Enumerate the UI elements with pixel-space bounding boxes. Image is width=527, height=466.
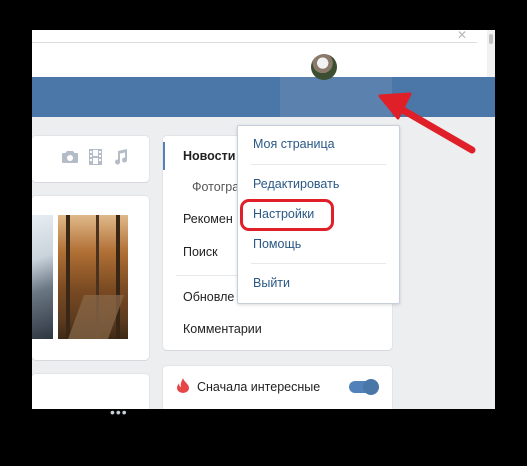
annotation-arrow-icon [378,92,476,154]
post-photo[interactable] [32,215,53,339]
menu-divider [251,164,386,165]
nav-item-recommendations[interactable]: Рекомен [183,212,233,226]
filter-label: Сначала интересные [197,380,321,394]
address-bar[interactable] [32,42,477,43]
nav-item-news[interactable]: Новости [183,149,235,163]
menu-item-logout[interactable]: Выйти [253,276,290,290]
nav-item-search[interactable]: Поиск [183,245,218,259]
post-photo-autumn[interactable] [58,215,128,339]
nav-item-updates[interactable]: Обновле [183,290,234,304]
nav-item-comments[interactable]: Комментарии [183,322,262,336]
nav-item-photos[interactable]: Фотогра [192,180,239,194]
chevron-down-icon[interactable] [343,65,351,69]
menu-item-my-page[interactable]: Моя страница [253,137,335,151]
camera-icon[interactable] [62,150,78,164]
settings-highlight-annotation [240,199,334,231]
film-icon[interactable] [89,149,102,165]
user-name[interactable]: Андрей [256,61,303,75]
nav-active-indicator [163,142,165,170]
menu-item-help[interactable]: Помощь [253,237,301,251]
avatar[interactable] [311,54,337,80]
fire-icon [177,378,189,393]
menu-item-edit[interactable]: Редактировать [253,177,339,191]
more-icon[interactable]: ••• [110,404,128,420]
toggle-knob[interactable] [363,379,379,395]
scrollbar-thumb[interactable] [489,34,493,44]
menu-divider [251,263,386,264]
close-icon[interactable]: ✕ [457,30,467,42]
feed-post-next [32,374,149,409]
music-icon[interactable] [114,149,128,165]
